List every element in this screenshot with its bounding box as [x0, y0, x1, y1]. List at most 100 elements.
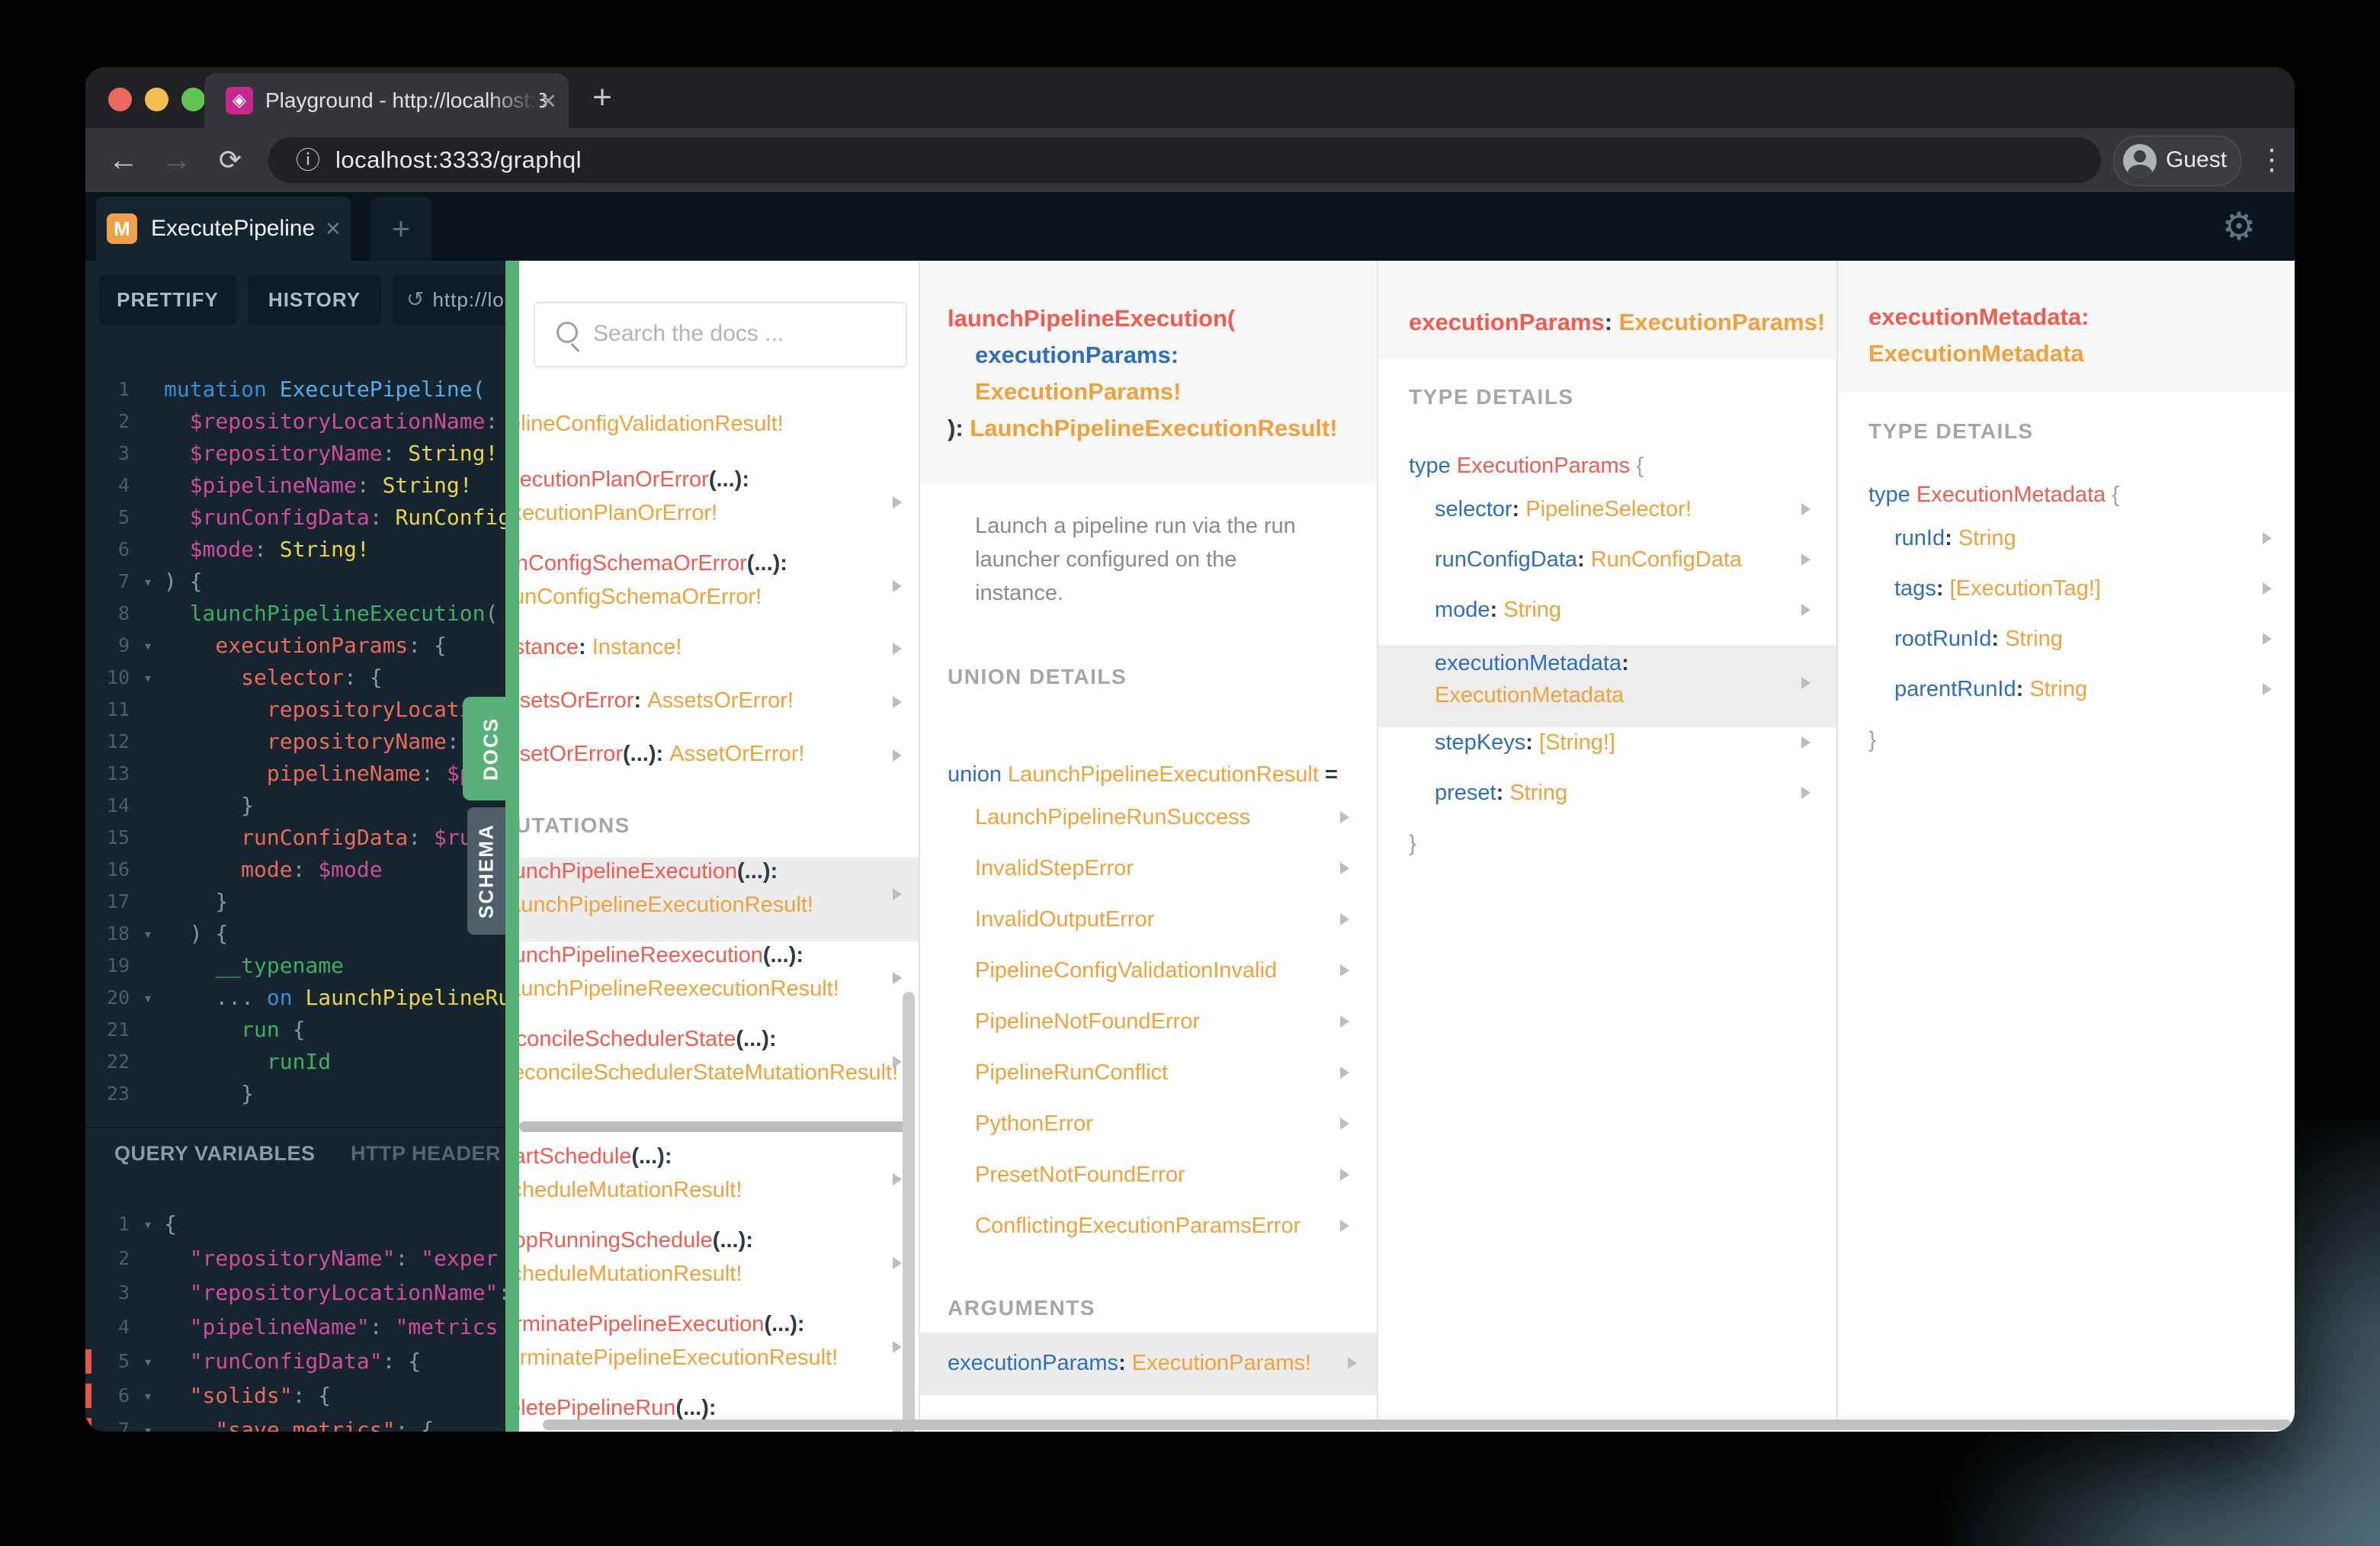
chevron-right-icon	[2263, 633, 2272, 645]
code-line: 20 ▾... on LaunchPipelineRunSuccess	[85, 982, 505, 1014]
search-input[interactable]	[592, 303, 892, 364]
union-member-row[interactable]: PipelineNotFoundError	[920, 1009, 1377, 1060]
profile-button[interactable]: Guest	[2113, 136, 2241, 186]
address-bar[interactable]: ⓘ localhost:3333/graphql	[268, 137, 2101, 183]
fold-arrow-icon[interactable]: ▾	[143, 566, 152, 598]
back-icon[interactable]: ←	[101, 128, 146, 192]
union-member-row[interactable]: InvalidStepError	[920, 856, 1377, 907]
code-token: {	[2112, 483, 2119, 507]
fold-arrow-icon[interactable]: ▾	[143, 1380, 152, 1412]
tab-query-variables[interactable]: QUERY VARIABLES	[114, 1142, 316, 1166]
list-item[interactable]: startSchedule(...):ScheduleMutationResul…	[519, 1143, 919, 1227]
code-token: ) {	[189, 921, 229, 946]
browser-tab[interactable]: ◈ Playground - http://localhost:3 ✕	[204, 73, 569, 128]
code-token: ) {	[164, 569, 203, 594]
reload-icon[interactable]: ⟳	[207, 128, 253, 192]
type-field-list: selector: PipelineSelector! runConfigData…	[1378, 494, 1836, 878]
list-item[interactable]: stopRunningSchedule(...):ScheduleMutatio…	[519, 1227, 919, 1310]
column-horizontal-scrollbar[interactable]	[519, 1109, 919, 1143]
docs-horizontal-scrollbar[interactable]	[543, 1419, 2292, 1430]
code-token: ExecutePipeline(	[279, 377, 486, 402]
fold-arrow-icon[interactable]: ▾	[143, 662, 152, 694]
playground-new-tab-button[interactable]: +	[370, 197, 431, 261]
code-token: : {	[382, 1349, 422, 1374]
list-item[interactable]: launchPipelineExecution(...): LaunchPipel…	[519, 858, 919, 941]
scrollbar-thumb[interactable]	[519, 1121, 914, 1132]
list-item[interactable]: instance: Instance!	[519, 633, 919, 687]
type-field-row[interactable]: runId: String	[1838, 523, 2295, 573]
settings-gear-icon[interactable]: ⚙	[2212, 192, 2266, 261]
endpoint-reload-icon[interactable]: ↺	[406, 274, 425, 325]
union-member-row[interactable]: LaunchPipelineRunSuccess	[920, 805, 1377, 856]
docs-side-tab[interactable]: DOCS	[463, 697, 519, 800]
fold-arrow-icon[interactable]: ▾	[143, 1414, 152, 1432]
playground-tab-close-icon[interactable]: ✕	[325, 197, 342, 261]
prettify-button[interactable]: PRETTIFY	[99, 274, 236, 325]
type-field-row[interactable]: parentRunId: String	[1838, 674, 2295, 724]
maximize-window-button[interactable]	[181, 88, 205, 111]
type-field-row[interactable]: selector: PipelineSelector!	[1378, 494, 1836, 544]
fold-arrow-icon[interactable]: ▾	[143, 1208, 152, 1240]
mutation-badge: M	[107, 213, 137, 244]
panel-divider[interactable]	[85, 1127, 505, 1128]
code-token: pipelineName	[266, 761, 422, 786]
type-field-row[interactable]: rootRunId: String	[1838, 624, 2295, 674]
list-item[interactable]: assetsOrError: AssetsOrError!	[519, 687, 919, 740]
list-item[interactable]: reconcileSchedulerState(...): ReconcileSc…	[519, 1025, 919, 1109]
code-token: String	[1503, 598, 1562, 622]
tab-http-headers[interactable]: HTTP HEADER	[351, 1142, 501, 1166]
browser-menu-icon[interactable]: ⋮	[2257, 136, 2287, 184]
list-item[interactable]: assetOrError(...): AssetOrError!	[519, 740, 919, 794]
variables-line: 3 "repositoryLocationName":	[85, 1277, 505, 1309]
site-info-icon[interactable]: ⓘ	[296, 137, 320, 183]
tab-close-icon[interactable]: ✕	[540, 90, 557, 114]
close-window-button[interactable]	[108, 88, 132, 111]
type-field-row[interactable]: mode: String	[1378, 595, 1836, 645]
fold-arrow-icon[interactable]: ▾	[143, 918, 152, 950]
list-item[interactable]: executionPlanOrError(...):ExecutionPlanO…	[519, 466, 919, 550]
code-token: "exper	[421, 1246, 499, 1271]
list-item[interactable]: pelineConfigValidationResult!	[519, 408, 919, 466]
endpoint-input[interactable]: ↺ http://loc	[393, 274, 505, 325]
fold-arrow-icon[interactable]: ▾	[143, 630, 152, 662]
variables-line: 2 "repositoryName": "exper	[85, 1243, 505, 1275]
type-field-row[interactable]: tags: [ExecutionTag!]	[1838, 573, 2295, 624]
new-tab-button[interactable]: +	[584, 78, 621, 117]
argument-row[interactable]: executionParams: ExecutionParams!	[920, 1333, 1377, 1395]
list-item[interactable]: launchPipelineReexecution(...): LaunchPip…	[519, 941, 919, 1025]
union-member-row[interactable]: ConflictingExecutionParamsError	[920, 1214, 1377, 1265]
type-field-row[interactable]: stepKeys: [String!]	[1378, 727, 1836, 778]
code-line: 10 ▾ selector: {	[85, 662, 505, 694]
column-vertical-scrollbar[interactable]	[903, 992, 915, 1432]
signature-line: executionParams:	[975, 342, 1179, 369]
union-member-row[interactable]: PresetNotFoundError	[920, 1163, 1377, 1214]
minimize-window-button[interactable]	[145, 88, 168, 111]
type-field-row[interactable]: executionMetadata: ExecutionMetadata	[1378, 645, 1836, 727]
docs-search-box[interactable]	[534, 302, 907, 367]
list-item[interactable]: runConfigSchemaOrError(...): RunConfigSch…	[519, 550, 919, 633]
fold-arrow-icon[interactable]: ▾	[143, 1346, 152, 1378]
variables-line: 6 ▾ "solids": {	[85, 1380, 505, 1412]
history-button[interactable]: HISTORY	[248, 274, 381, 325]
code-token: :	[1991, 627, 2006, 651]
list-item[interactable]: terminatePipelineExecution(...): Terminat…	[519, 1310, 919, 1394]
union-member-row[interactable]: InvalidOutputError	[920, 907, 1377, 958]
code-line: 8 launchPipelineExecution(	[85, 598, 505, 630]
type-field-row[interactable]: runConfigData: RunConfigData	[1378, 544, 1836, 595]
union-member-row[interactable]: PipelineConfigValidationInvalid	[920, 958, 1377, 1009]
fold-arrow-icon[interactable]: ▾	[143, 982, 152, 1014]
forward-icon[interactable]: →	[154, 128, 200, 192]
type-field-row[interactable]: preset: String	[1378, 778, 1836, 828]
playground-tab[interactable]: M ExecutePipeline ✕	[96, 197, 351, 261]
union-member-row[interactable]: PythonError	[920, 1111, 1377, 1163]
chevron-right-icon	[2263, 532, 2272, 544]
schema-side-tab[interactable]: SCHEMA	[467, 807, 505, 935]
code-line: 17}	[85, 886, 505, 918]
code-token: : {	[395, 1417, 435, 1432]
type-close-brace: }	[1868, 727, 1877, 752]
query-editor-panel[interactable]: PRETTIFY HISTORY ↺ http://loc 1 mutation E…	[85, 261, 505, 1432]
union-member-row[interactable]: PipelineRunConflict	[920, 1060, 1377, 1111]
chevron-right-icon	[893, 1056, 902, 1068]
docs-divider-bar[interactable]	[505, 261, 519, 1432]
chevron-right-icon	[893, 1341, 902, 1353]
